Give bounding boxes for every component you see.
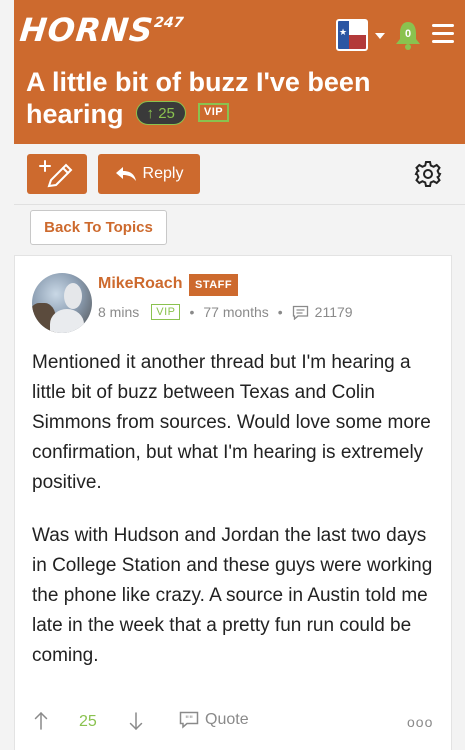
vip-badge: VIP xyxy=(197,103,230,123)
quote-bubble-icon: " " xyxy=(179,711,199,729)
more-options-button[interactable]: ooo xyxy=(407,714,433,730)
back-to-topics-button[interactable]: Back To Topics xyxy=(30,210,167,245)
author-name[interactable]: MikeRoach xyxy=(98,275,182,293)
message-count: 21179 xyxy=(314,304,353,320)
vip-badge: VIP xyxy=(151,304,181,320)
thread-toolbar: Reply xyxy=(14,144,465,205)
texas-flag-icon[interactable]: ★ xyxy=(336,19,368,51)
message-icon xyxy=(292,305,308,320)
avatar[interactable] xyxy=(32,273,92,333)
arrow-up-icon[interactable] xyxy=(34,711,48,731)
post-paragraph: Was with Hudson and Jordan the last two … xyxy=(32,525,433,666)
reply-arrow-icon xyxy=(115,167,136,181)
post-body: Mentioned it another thread but I'm hear… xyxy=(32,348,442,694)
gear-icon[interactable] xyxy=(414,160,442,188)
thread-vote-pill: ↑ 25 xyxy=(135,100,186,125)
new-post-button[interactable] xyxy=(27,154,87,194)
hamburger-menu-icon[interactable] xyxy=(432,24,454,44)
svg-text:": " xyxy=(189,715,193,725)
member-duration: 77 months xyxy=(203,304,269,320)
staff-badge: STAFF xyxy=(189,274,239,296)
chevron-down-icon[interactable] xyxy=(375,33,385,39)
post-card: MikeRoach STAFF 8 mins VIP • 77 months •… xyxy=(14,255,452,750)
post-paragraph: Mentioned it another thread but I'm hear… xyxy=(32,352,431,493)
reply-button[interactable]: Reply xyxy=(98,154,200,194)
thread-header: A little bit of buzz I've been hearing ↑ … xyxy=(14,66,465,144)
post-vote-count: 25 xyxy=(79,713,97,730)
posted-time: 8 mins xyxy=(98,304,140,320)
notification-count: 0 xyxy=(404,28,412,40)
site-logo[interactable]: HORNS247 xyxy=(18,11,184,49)
quote-button[interactable]: " " Quote xyxy=(179,711,249,729)
pen-plus-icon xyxy=(39,160,73,188)
thread-title: A little bit of buzz I've been hearing ↑ … xyxy=(26,67,371,129)
post-meta: 8 mins VIP • 77 months • 21179 xyxy=(98,304,353,320)
post-actions: 25 " " Quote ooo xyxy=(32,708,442,738)
site-header: HORNS247 ★ 0 xyxy=(14,0,465,66)
arrow-down-icon[interactable] xyxy=(129,711,143,731)
